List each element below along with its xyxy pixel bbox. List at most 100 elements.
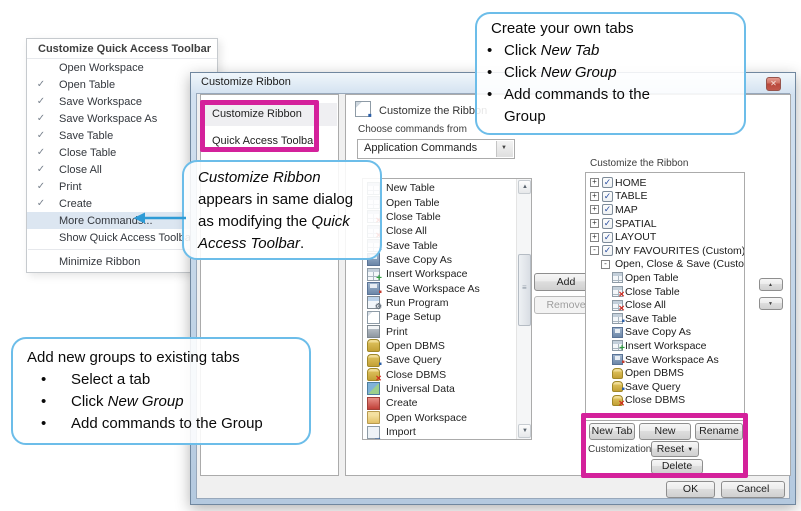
command-item[interactable]: Close All [363,224,516,240]
checkmark-icon: ✓ [36,96,46,107]
bullet-icon: • [41,371,47,388]
tree-item[interactable]: - Open, Close & Save (Custom) [586,258,744,272]
collapse-icon[interactable]: - [590,246,599,256]
bullet-text: Select a tab [71,369,295,391]
scrollbar-thumb[interactable] [518,254,531,326]
menu-item[interactable]: ✓ Save Workspace [27,93,217,110]
scroll-down-icon[interactable] [518,424,531,438]
menu-item[interactable]: ✓ Close Table [27,144,217,161]
tree-item[interactable]: Save Query [586,380,744,394]
checkbox[interactable]: ✓ [602,218,613,230]
command-item[interactable]: Save Workspace As [363,281,516,297]
callout-title: Add new groups to existing tabs [27,349,240,366]
command-list-scrollbar[interactable] [516,179,531,439]
create-icon [367,396,380,410]
command-label: Open Workspace [386,411,467,424]
command-item[interactable]: Import [363,425,516,439]
command-item[interactable]: New Table [363,181,516,195]
expand-icon[interactable]: + [590,191,599,201]
db-icon [367,339,380,353]
table-close-icon [612,286,625,299]
command-item[interactable]: Open DBMS [363,339,516,353]
command-label: Universal Data [386,382,455,395]
checkmark-icon: ✓ [36,164,46,175]
menu-item-label: Open Table [59,78,116,91]
ok-button[interactable]: OK [666,481,715,498]
qat-menu-title: Customize Quick Access Toolbar [27,39,217,59]
bullet-text: Click New Tab [504,40,682,62]
expand-icon[interactable]: + [590,205,599,215]
command-label: Run Program [386,296,449,309]
tree-item[interactable]: + ✓ LAYOUT [586,230,744,244]
tree-item-label: Open Table [625,271,679,284]
text-segment: Add commands to the Group [504,86,650,125]
command-item[interactable]: Page Setup [363,310,516,324]
command-item[interactable]: Insert Workspace [363,267,516,283]
tree-item[interactable]: Close Table [586,285,744,299]
highlight-box-customization-buttons [581,413,748,478]
command-item[interactable]: Close Table [363,210,516,225]
checkbox[interactable]: ✓ [602,177,613,189]
tree-item[interactable]: Close DBMS [586,394,744,408]
tree-item[interactable]: Save Table [586,312,744,326]
move-down-icon[interactable] [759,297,783,310]
scroll-up-icon[interactable] [518,180,531,194]
tree-item[interactable]: + ✓ TABLE [586,190,744,204]
command-item[interactable]: Open Table [363,195,516,210]
tree-item[interactable]: Save Workspace As [586,353,744,367]
tree-item[interactable]: Save Copy As [586,326,744,340]
data-icon [367,382,380,396]
command-list[interactable]: New TableOpen TableClose TableClose AllS… [362,178,532,440]
choose-commands-dropdown[interactable]: Application Commands [357,139,515,159]
tree-item[interactable]: + ✓ HOME [586,176,744,190]
text-segment: Customize Ribbon [198,169,321,186]
command-item[interactable]: Run Program [363,296,516,311]
text-segment: Select a tab [71,371,151,388]
menu-item-label: Save Table [59,129,114,142]
close-icon[interactable]: ✕ [766,77,781,91]
collapse-icon[interactable]: - [601,259,610,269]
tree-item-label: LAYOUT [615,231,657,244]
menu-item[interactable]: ✓ Save Table [27,127,217,144]
chevron-down-icon[interactable] [496,141,513,157]
command-item[interactable]: Print [363,324,516,339]
menu-item[interactable]: ✓ Save Workspace As [27,110,217,127]
command-list-items: New TableOpen TableClose TableClose AllS… [363,181,516,439]
command-item[interactable]: Save Copy As [363,253,516,267]
cancel-button[interactable]: Cancel [721,481,785,498]
command-item[interactable]: Universal Data [363,382,516,396]
tree-item-label: Open, Close & Save (Custom) [615,258,745,271]
table-plus-icon [367,267,382,283]
command-item[interactable]: Save Query [363,353,516,369]
checkmark-icon: ✓ [36,181,46,192]
tree-item-label: Close Table [625,285,680,298]
checkbox[interactable]: ✓ [602,190,613,202]
command-item[interactable]: Close DBMS [363,367,516,383]
checkbox[interactable]: ✓ [602,231,613,243]
command-item[interactable]: Open Workspace [363,411,516,425]
callout-bullets-add: • Select a tab • Click New Group • Add comman… [27,369,295,435]
tree-item[interactable]: Insert Workspace [586,339,744,353]
tree-item[interactable]: - ✓ MY FAVOURITES (Custom) [586,244,744,258]
command-item[interactable]: Save Table [363,238,516,254]
checkbox[interactable]: ✓ [602,204,613,216]
table-plus-icon [612,340,625,353]
expand-icon[interactable]: + [590,232,599,242]
move-up-icon[interactable] [759,278,783,291]
tree-item[interactable]: Open DBMS [586,366,744,380]
expand-icon[interactable]: + [590,219,599,229]
menu-item-label: Close All [59,163,102,176]
tree-item[interactable]: Open Table [586,271,744,285]
expand-icon[interactable]: + [590,178,599,188]
command-item[interactable]: Create [363,396,516,410]
bullet-item: • Select a tab [27,369,295,391]
tree-item[interactable]: Close All [586,298,744,313]
checkbox[interactable]: ✓ [602,245,613,257]
checkmark-icon: ✓ [36,130,46,141]
tree-item[interactable]: + ✓ SPATIAL [586,217,744,231]
tree-item[interactable]: + ✓ MAP [586,203,744,217]
text-segment: Click [71,393,108,410]
menu-item[interactable]: Open Workspace [27,59,217,76]
menu-item[interactable]: ✓ Open Table [27,76,217,93]
ribbon-tree[interactable]: + ✓ HOME + ✓ TABLE + ✓ MAP + ✓ SPATIAL + ✓ LAYOUT - ✓ MY … [585,172,745,421]
